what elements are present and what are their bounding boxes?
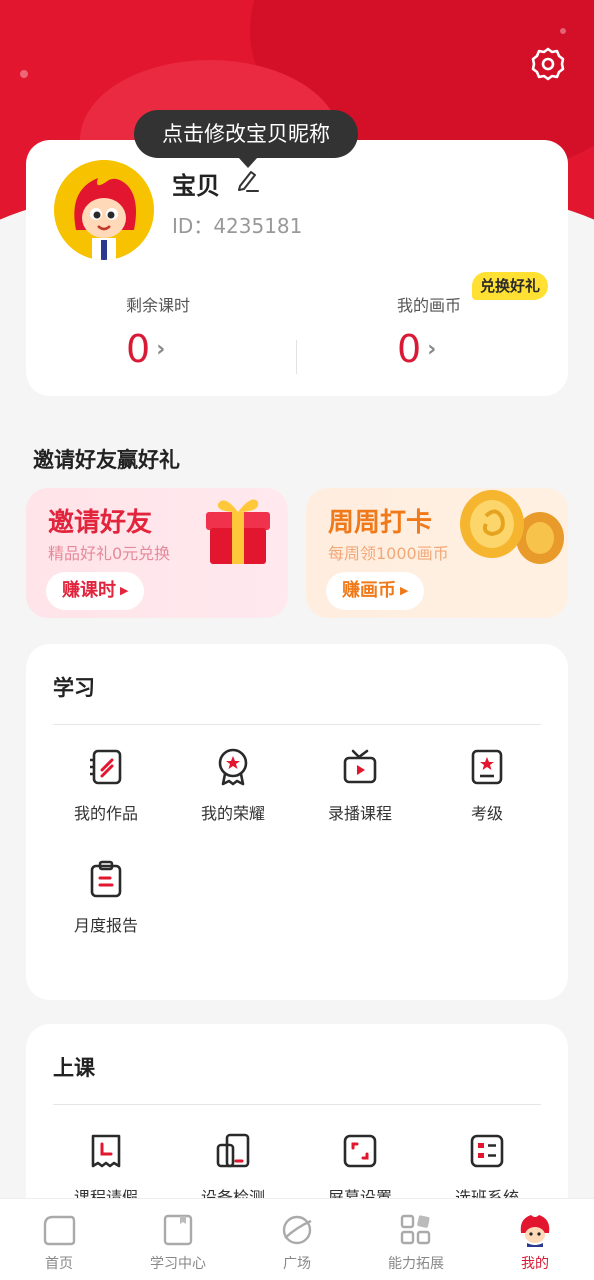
promo-subtitle: 精品好礼0元兑换 (48, 544, 171, 563)
clipboard-icon (90, 860, 122, 898)
tab-learning-center[interactable]: 学习中心 (119, 1213, 237, 1273)
invite-friends-card[interactable]: 邀请好友 精品好礼0元兑换 赚课时 ▶ (26, 488, 288, 618)
medal-icon (218, 748, 248, 786)
avatar[interactable] (54, 160, 154, 260)
grid-icon (400, 1214, 431, 1245)
course-leave-item[interactable]: 课程请假 (41, 1132, 171, 1208)
home-icon (43, 1215, 76, 1246)
my-works-item[interactable]: 我的作品 (41, 748, 171, 824)
profile-card: 宝贝 ID：4235181 剩余课时 0 › 我的画币 0 › 兑换好礼 (26, 140, 568, 396)
screen-icon (343, 1134, 377, 1168)
user-id: ID：4235181 (172, 214, 303, 238)
divider (53, 724, 541, 725)
mascot-icon (520, 1215, 550, 1247)
exam-item[interactable]: 考级 (422, 748, 552, 824)
earn-lessons-button[interactable]: 赚课时 ▶ (46, 572, 145, 610)
edit-pencil-icon[interactable] (234, 168, 260, 194)
coins-icon (460, 490, 564, 564)
tv-play-icon (343, 749, 377, 784)
tab-mine[interactable]: 我的 (476, 1213, 594, 1273)
gift-box-icon (206, 499, 270, 564)
class-select-icon (470, 1134, 504, 1168)
edit-nickname-tooltip: 点击修改宝贝昵称 (134, 110, 358, 168)
class-selection-item[interactable]: 选班系统 (422, 1132, 552, 1208)
my-coins-value: 0 (397, 327, 422, 371)
book-icon (163, 1214, 193, 1246)
chevron-right-icon: › (156, 336, 166, 362)
my-coins[interactable]: 我的画币 0 › (397, 292, 594, 368)
classes-title: 上课 (53, 1056, 95, 1080)
earn-coins-button[interactable]: 赚画币 ▶ (326, 572, 425, 610)
classes-panel: 上课 课程请假 设备检测 屏幕设置 (26, 1024, 568, 1224)
nickname[interactable]: 宝贝 (172, 166, 220, 201)
promo-title: 邀请好友 (48, 508, 153, 538)
study-panel: 学习 我的作品 我的荣耀 录播课程 考级 月度报告 (26, 644, 568, 1000)
planet-icon (282, 1215, 312, 1245)
leave-icon (91, 1134, 121, 1168)
exam-icon (471, 749, 503, 785)
divider (53, 1104, 541, 1105)
divider (296, 340, 297, 374)
remaining-lessons-value: 0 (126, 327, 151, 371)
remaining-lessons-label: 剩余课时 (126, 296, 191, 315)
tab-home[interactable]: 首页 (0, 1213, 118, 1273)
weekly-checkin-card[interactable]: 周周打卡 每周领1000画币 赚画币 ▶ (306, 488, 568, 618)
tab-skills[interactable]: 能力拓展 (357, 1213, 475, 1273)
device-check-item[interactable]: 设备检测 (168, 1132, 298, 1208)
chevron-right-icon: › (427, 336, 437, 362)
device-check-icon (216, 1133, 250, 1168)
invite-section-title: 邀请好友赢好礼 (33, 448, 180, 472)
redeem-gifts-badge[interactable]: 兑换好礼 (472, 272, 549, 300)
my-honors-item[interactable]: 我的荣耀 (168, 748, 298, 824)
monthly-report-item[interactable]: 月度报告 (41, 860, 171, 936)
promo-subtitle: 每周领1000画币 (328, 544, 449, 563)
recorded-courses-item[interactable]: 录播课程 (295, 748, 425, 824)
artwork-icon (90, 749, 122, 785)
bottom-tab-bar: 首页 学习中心 广场 能力拓展 我的 (0, 1198, 594, 1280)
screen-settings-item[interactable]: 屏幕设置 (295, 1132, 425, 1208)
tab-square[interactable]: 广场 (238, 1213, 356, 1273)
promo-title: 周周打卡 (328, 508, 433, 538)
study-title: 学习 (53, 676, 95, 700)
gear-icon[interactable] (530, 46, 566, 82)
